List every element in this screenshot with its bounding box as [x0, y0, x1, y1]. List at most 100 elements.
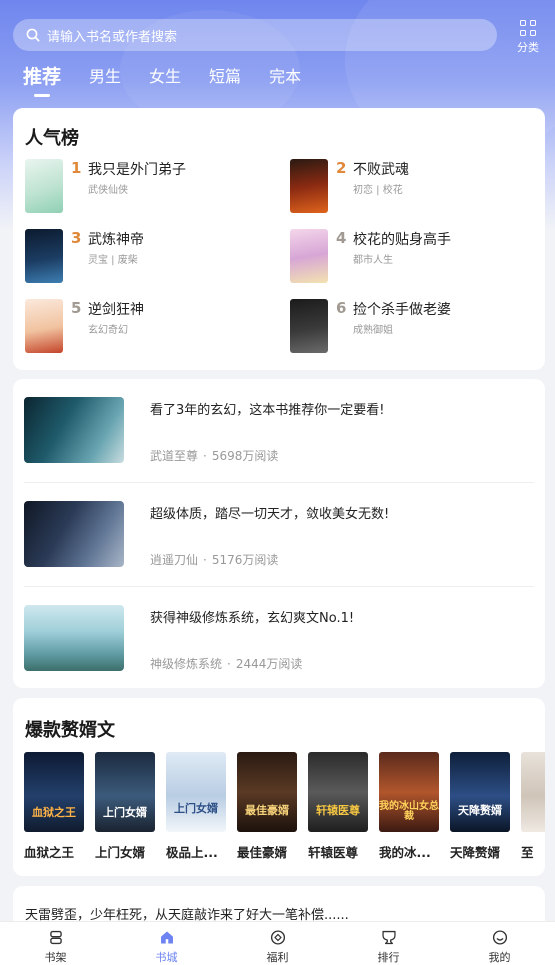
book-name: 轩辕医尊 — [308, 845, 359, 860]
book-title: 捡个杀手做老婆 — [353, 302, 451, 318]
tab-recommend[interactable]: 推荐 — [23, 64, 61, 90]
book-cover — [25, 299, 63, 353]
hot-book-item[interactable]: 上门女婿 极品上... — [166, 752, 228, 861]
book-cover: 我的冰山女总裁 — [379, 752, 439, 832]
nav-profile[interactable]: 我的 — [444, 922, 555, 965]
book-cover — [25, 229, 63, 283]
hot-book-row: 血狱之王 血狱之王 上门女婿 上门女婿 上门女婿 极品上... 最佳豪婿 最佳豪… — [24, 752, 545, 862]
cover-title: 我的冰山女总裁 — [379, 801, 439, 822]
meta-separator: · — [203, 449, 207, 463]
meta-separator: · — [203, 553, 207, 567]
hot-book-item[interactable]: 最佳豪婿 最佳豪婿 — [237, 752, 299, 861]
nav-bookshelf[interactable]: 书架 — [0, 922, 111, 965]
rank-number: 2 — [336, 159, 347, 177]
hot-son-in-law-card: 爆款赘婿文 血狱之王 血狱之王 上门女婿 上门女婿 上门女婿 极品上... 最佳… — [13, 698, 545, 876]
featured-thumbnail — [24, 605, 124, 671]
book-title: 武炼神帝 — [88, 232, 144, 248]
search-bar[interactable]: 请输入书名或作者搜索 — [13, 19, 497, 51]
rank-item[interactable]: 1 我只是外门弟子 武侠仙侠 — [25, 159, 265, 215]
book-name: 至 — [521, 845, 534, 860]
rank-number: 1 — [71, 159, 82, 177]
hot-book-item[interactable]: 天降赘婿 天降赘婿 — [450, 752, 512, 861]
book-cover: 轩辕医尊 — [308, 752, 368, 832]
rank-number: 5 — [71, 299, 82, 317]
featured-meta: 逍遥刀仙 · 5176万阅读 — [150, 551, 278, 568]
home-icon — [160, 931, 173, 944]
nav-benefits[interactable]: 福利 — [222, 922, 333, 965]
grid-icon — [520, 20, 536, 36]
nav-label: 排行 — [377, 951, 400, 964]
hot-book-item[interactable]: 我的冰山女总裁 我的冰... — [379, 752, 441, 861]
cover-title: 血狱之王 — [32, 806, 76, 819]
featured-title: 看了3年的玄幻，这本书推荐你一定要看! — [150, 403, 385, 418]
book-tags: 都市人生 — [353, 255, 393, 266]
book-tags: 武侠仙侠 — [88, 185, 128, 196]
cover-title: 轩辕医尊 — [316, 804, 360, 817]
nav-label: 书架 — [44, 951, 67, 964]
book-cover: 血狱之王 — [24, 752, 84, 832]
nav-label: 福利 — [266, 951, 289, 964]
book-tags: 玄幻奇幻 — [88, 325, 128, 336]
book-name: 我的冰... — [379, 845, 431, 860]
nav-bookstore[interactable]: 书城 — [111, 922, 222, 965]
trophy-icon — [381, 930, 396, 945]
rank-number: 3 — [71, 229, 82, 247]
featured-meta: 神级修炼系统 · 2444万阅读 — [150, 655, 302, 672]
book-cover: 至 — [521, 752, 545, 832]
gift-icon — [270, 930, 285, 945]
book-tags: 初恋 | 校花 — [353, 185, 403, 196]
book-title: 校花的贴身高手 — [353, 232, 451, 248]
cover-title: 上门女婿 — [103, 806, 147, 819]
featured-read-count: 2444万阅读 — [235, 657, 303, 671]
ranking-title: 人气榜 — [25, 128, 79, 149]
hot-section-title: 爆款赘婿文 — [25, 720, 115, 741]
featured-read-count: 5176万阅读 — [211, 553, 279, 567]
featured-book-name: 神级修炼系统 — [150, 657, 223, 671]
tab-short[interactable]: 短篇 — [209, 64, 241, 90]
featured-item[interactable]: 获得神级修炼系统，玄幻爽文No.1! 神级修炼系统 · 2444万阅读 — [24, 587, 534, 691]
hot-book-item[interactable]: 上门女婿 上门女婿 — [95, 752, 157, 861]
rank-item[interactable]: 4 校花的贴身高手 都市人生 — [290, 229, 530, 285]
rank-item[interactable]: 5 逆剑狂神 玄幻奇幻 — [25, 299, 265, 355]
category-label: 分类 — [517, 41, 539, 54]
tab-male[interactable]: 男生 — [89, 64, 121, 90]
search-placeholder: 请输入书名或作者搜索 — [47, 29, 178, 45]
featured-title: 超级体质，踏尽一切天才，敛收美女无数! — [150, 507, 390, 522]
featured-meta: 武道至尊 · 5698万阅读 — [150, 447, 278, 464]
book-title: 我只是外门弟子 — [88, 162, 186, 178]
category-button[interactable]: 分类 — [510, 20, 546, 56]
book-title: 不败武魂 — [353, 162, 409, 178]
featured-read-count: 5698万阅读 — [211, 449, 279, 463]
featured-item[interactable]: 看了3年的玄幻，这本书推荐你一定要看! 武道至尊 · 5698万阅读 — [24, 379, 534, 483]
rank-item[interactable]: 3 武炼神帝 灵宝 | 废柴 — [25, 229, 265, 285]
featured-book-name: 逍遥刀仙 — [150, 553, 199, 567]
featured-thumbnail — [24, 397, 124, 463]
cover-title: 最佳豪婿 — [245, 804, 289, 817]
hot-book-item[interactable]: 至 至 — [521, 752, 545, 861]
hot-book-item[interactable]: 轩辕医尊 轩辕医尊 — [308, 752, 370, 861]
featured-thumbnail — [24, 501, 124, 567]
book-name: 血狱之王 — [24, 845, 75, 860]
book-name: 上门女婿 — [95, 845, 146, 860]
tab-female[interactable]: 女生 — [149, 64, 181, 90]
cover-title: 天降赘婿 — [458, 804, 502, 817]
search-icon — [26, 28, 40, 42]
nav-label: 书城 — [155, 951, 178, 964]
rank-item[interactable]: 2 不败武魂 初恋 | 校花 — [290, 159, 530, 215]
featured-item[interactable]: 超级体质，踏尽一切天才，敛收美女无数! 逍遥刀仙 · 5176万阅读 — [24, 483, 534, 587]
cover-title: 至 — [521, 806, 545, 816]
nav-label: 我的 — [488, 951, 511, 964]
rank-item[interactable]: 6 捡个杀手做老婆 成熟御姐 — [290, 299, 530, 355]
book-name: 最佳豪婿 — [237, 845, 288, 860]
book-cover: 天降赘婿 — [450, 752, 510, 832]
book-name: 极品上... — [166, 845, 218, 860]
bottom-navigation: 书架 书城 福利 排行 我的 — [0, 921, 555, 965]
popularity-ranking-card: 人气榜 1 我只是外门弟子 武侠仙侠 2 不败武魂 初恋 | 校花 3 武炼神帝… — [13, 108, 545, 370]
tab-completed[interactable]: 完本 — [269, 64, 301, 90]
profile-icon — [492, 930, 507, 945]
cover-title: 上门女婿 — [174, 802, 218, 815]
bookshelf-icon — [49, 930, 62, 945]
nav-ranking[interactable]: 排行 — [333, 922, 444, 965]
book-cover — [25, 159, 63, 213]
hot-book-item[interactable]: 血狱之王 血狱之王 — [24, 752, 86, 861]
